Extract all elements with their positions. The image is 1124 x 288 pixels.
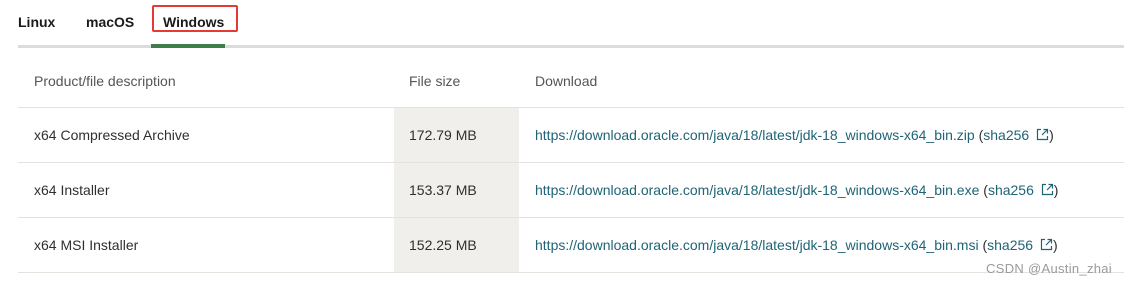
table-row: x64 Compressed Archive 172.79 MB https:/…	[18, 108, 1124, 163]
active-tab-indicator	[151, 44, 225, 48]
download-link[interactable]: https://download.oracle.com/java/18/late…	[535, 127, 975, 143]
row-description: x64 MSI Installer	[34, 237, 139, 253]
external-link-icon	[1040, 238, 1053, 251]
header-file-size: File size	[409, 73, 461, 89]
sha256-label: sha256	[987, 182, 1034, 198]
sha256-label: sha256	[983, 127, 1030, 143]
download-link[interactable]: https://download.oracle.com/java/18/late…	[535, 237, 979, 253]
tab-linux[interactable]: Linux	[18, 14, 55, 30]
sha256-link[interactable]: sha256	[988, 182, 1054, 198]
sha256-label: sha256	[987, 237, 1034, 253]
downloads-table: Product/file description File size Downl…	[18, 55, 1124, 273]
external-link-icon	[1041, 183, 1053, 196]
watermark: CSDN @Austin_zhai	[986, 261, 1112, 276]
row-file-size: 172.79 MB	[394, 108, 519, 162]
tab-macos[interactable]: macOS	[86, 14, 134, 30]
paren-open: (	[974, 127, 984, 143]
os-tabs: Linux macOS Windows	[18, 0, 1124, 48]
paren-open: (	[979, 182, 988, 198]
table-row: x64 MSI Installer 152.25 MB https://down…	[18, 218, 1124, 273]
paren-close: )	[1052, 237, 1058, 253]
row-file-size: 153.37 MB	[394, 163, 519, 217]
download-link[interactable]: https://download.oracle.com/java/18/late…	[535, 182, 979, 198]
download-page: Linux macOS Windows Product/file descrip…	[0, 0, 1124, 288]
external-link-icon	[1036, 128, 1049, 141]
row-description: x64 Installer	[34, 182, 110, 198]
row-download: https://download.oracle.com/java/18/late…	[535, 163, 1124, 217]
paren-close: )	[1053, 182, 1059, 198]
row-file-size: 152.25 MB	[394, 218, 519, 272]
table-row: x64 Installer 153.37 MB https://download…	[18, 163, 1124, 218]
row-download: https://download.oracle.com/java/18/late…	[535, 108, 1124, 162]
sha256-link[interactable]: sha256	[987, 237, 1053, 253]
table-header-row: Product/file description File size Downl…	[18, 55, 1124, 108]
row-description: x64 Compressed Archive	[34, 127, 190, 143]
tab-windows[interactable]: Windows	[163, 14, 224, 30]
paren-close: )	[1049, 127, 1054, 143]
paren-open: (	[978, 237, 988, 253]
header-description: Product/file description	[34, 73, 176, 89]
header-download: Download	[535, 73, 598, 89]
sha256-link[interactable]: sha256	[983, 127, 1049, 143]
